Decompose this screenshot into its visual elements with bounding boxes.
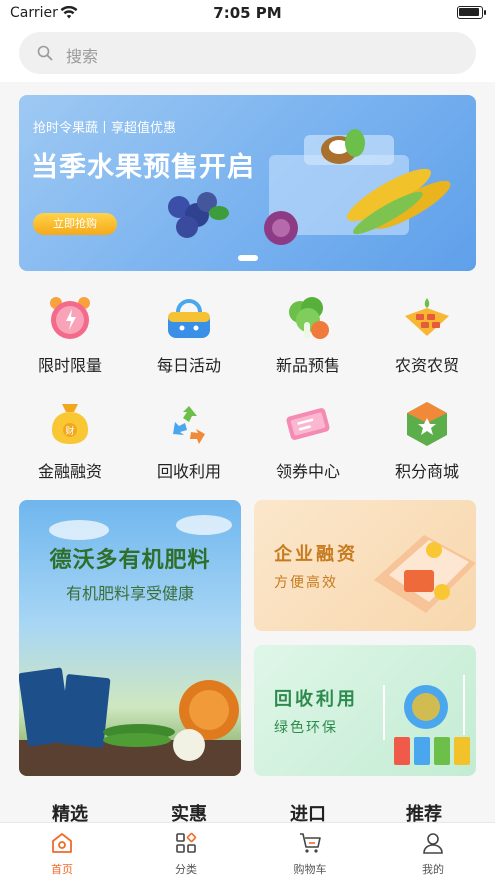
coupon-icon <box>284 400 332 448</box>
buy-now-button[interactable]: 立即抢购 <box>33 213 117 235</box>
tab-label: 分类 <box>175 863 197 876</box>
money-bag-icon: 财 <box>46 400 94 448</box>
profile-icon <box>421 831 445 855</box>
tab-label: 购物车 <box>293 863 327 876</box>
basket-icon <box>165 294 213 342</box>
promo-big-subtitle: 有机肥料享受健康 <box>65 584 194 603</box>
promo-banner[interactable]: 抢时令果蔬丨享超值优惠 当季水果预售开启 立即抢购 <box>19 95 476 271</box>
search-bar-container: 搜索 <box>0 26 495 82</box>
recycle-icon <box>165 400 213 448</box>
category-label: 每日活动 <box>156 356 221 375</box>
bottom-tab-bar: 首页 分类 购物车 我的 <box>0 822 495 881</box>
category-label: 限时限量 <box>37 356 102 375</box>
tab-category[interactable]: 分类 <box>124 829 248 879</box>
banner-headline: 当季水果预售开启 <box>31 152 255 183</box>
tab-label: 我的 <box>422 863 444 876</box>
search-icon <box>37 45 53 65</box>
promo-big-title: 德沃多有机肥料 <box>49 548 211 573</box>
category-coupon-center[interactable]: 领券中心 <box>246 400 370 490</box>
promo-finance-subtitle: 方便高效 <box>274 575 338 591</box>
search-placeholder: 搜索 <box>66 47 99 66</box>
tab-home[interactable]: 首页 <box>0 829 124 879</box>
category-label: 金融融资 <box>37 462 102 481</box>
alarm-clock-icon <box>46 294 94 342</box>
tab-cart[interactable]: 购物车 <box>248 829 372 879</box>
tab-label: 首页 <box>51 863 73 876</box>
category-new-presale[interactable]: 新品预售 <box>246 294 370 384</box>
category-points-mall[interactable]: 积分商城 <box>365 400 489 490</box>
category-icon <box>174 831 198 855</box>
star-shop-icon <box>403 400 451 448</box>
promo-card-recycling[interactable]: 回收利用 绿色环保 <box>254 645 476 776</box>
search-input[interactable]: 搜索 <box>19 32 476 74</box>
promo-card-organic-fertilizer[interactable]: 德沃多有机肥料 有机肥料享受健康 <box>19 500 241 776</box>
battery-icon <box>457 6 486 19</box>
category-daily-activity[interactable]: 每日活动 <box>127 294 251 384</box>
vegetables-icon <box>284 294 332 342</box>
section-tabs: 精选 实惠 进口 推荐 <box>0 800 495 825</box>
promo-card-corporate-finance[interactable]: 企业融资 方便高效 <box>254 500 476 631</box>
category-flash-sale[interactable]: 限时限量 <box>8 294 132 384</box>
status-bar: Carrier 7:05 PM <box>0 0 495 26</box>
category-label: 回收利用 <box>156 462 221 481</box>
seedling-tray-icon <box>403 294 451 342</box>
promo-recycle-title: 回收利用 <box>274 689 358 710</box>
cart-icon <box>298 831 322 855</box>
category-recycle[interactable]: 回收利用 <box>127 400 251 490</box>
clock: 7:05 PM <box>213 4 282 22</box>
category-label: 领券中心 <box>275 462 340 481</box>
home-icon <box>50 831 74 855</box>
banner-subtitle: 抢时令果蔬丨享超值优惠 <box>33 121 177 136</box>
category-label: 农资农贸 <box>394 356 459 375</box>
svg-text:财: 财 <box>65 425 74 437</box>
category-agri-trade[interactable]: 农资农贸 <box>365 294 489 384</box>
promo-finance-title: 企业融资 <box>274 544 358 565</box>
category-label: 积分商城 <box>394 462 459 481</box>
category-label: 新品预售 <box>275 356 340 375</box>
tab-profile[interactable]: 我的 <box>371 829 495 879</box>
promo-recycle-subtitle: 绿色环保 <box>274 720 338 736</box>
category-finance[interactable]: 财 金融融资 <box>8 400 132 490</box>
carousel-indicator <box>238 255 258 261</box>
